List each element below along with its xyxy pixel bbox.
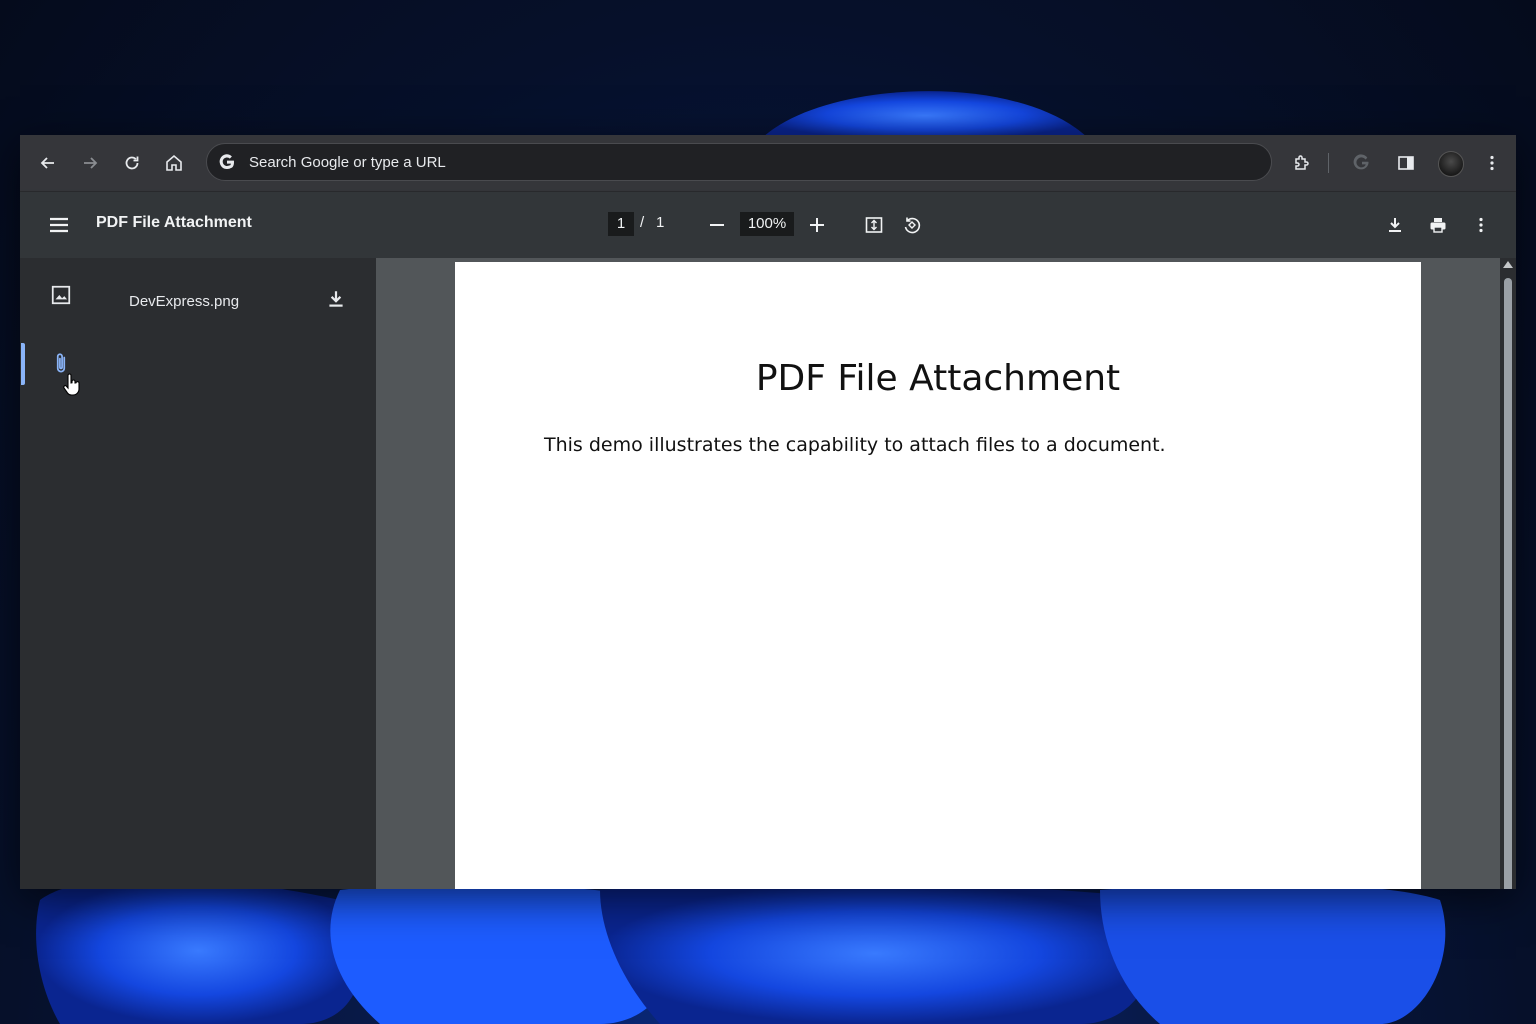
document-viewport[interactable]: PDF File Attachment This demo illustrate…: [376, 258, 1516, 889]
extensions-icon: [1295, 155, 1309, 170]
hand-cursor-icon: [63, 373, 80, 396]
thumbnails-tab[interactable]: [20, 282, 100, 342]
omnibox[interactable]: Search Google or type a URL: [206, 143, 1272, 181]
extensions-button[interactable]: [1286, 147, 1318, 179]
back-button[interactable]: [32, 147, 64, 179]
total-pages: 1: [656, 214, 665, 231]
more-vert-icon: [1490, 155, 1494, 171]
omnibox-placeholder: Search Google or type a URL: [249, 154, 446, 171]
zoom-in-button[interactable]: [804, 212, 830, 238]
download-button[interactable]: [1382, 212, 1408, 238]
scroll-up-arrow[interactable]: [1503, 261, 1513, 268]
profile-avatar[interactable]: [1438, 151, 1464, 177]
zoom-out-button[interactable]: [704, 212, 730, 238]
fit-page-button[interactable]: [861, 212, 887, 238]
google-icon: [219, 154, 234, 170]
attachments-tab[interactable]: [20, 343, 100, 403]
browser-menu-button[interactable]: [1476, 147, 1508, 179]
browser-window: Search Google or type a URL PDF File Att…: [20, 135, 1516, 889]
print-button[interactable]: [1425, 212, 1451, 238]
attachment-name: DevExpress.png: [129, 293, 240, 310]
download-icon[interactable]: [325, 288, 347, 310]
vertical-scrollbar[interactable]: [1500, 258, 1516, 889]
toolbar-separator: [1328, 153, 1329, 173]
google-account-button[interactable]: [1346, 147, 1378, 179]
pdf-page: PDF File Attachment This demo illustrate…: [455, 262, 1421, 889]
zoom-input[interactable]: 100%: [740, 212, 794, 236]
document-body: This demo illustrates the capability to …: [544, 434, 1166, 456]
rotate-button[interactable]: [899, 212, 925, 238]
side-panel-icon: [1398, 156, 1414, 170]
google-account-icon: [1353, 154, 1369, 170]
pdf-sidebar: DevExpress.png: [20, 258, 376, 889]
browser-toolbar: Search Google or type a URL: [20, 135, 1516, 192]
fit-page-icon: [865, 217, 883, 233]
document-title: PDF File Attachment: [755, 358, 1121, 399]
zoom-out-icon: [710, 224, 724, 226]
page-number-input[interactable]: 1: [608, 212, 634, 236]
pdf-toolbar: PDF File Attachment 1 / 1 100%: [20, 192, 1516, 258]
download-icon: [1389, 218, 1401, 232]
zoom-in-icon: [810, 218, 824, 232]
pdf-more-button[interactable]: [1468, 212, 1494, 238]
home-icon: [166, 154, 182, 171]
pdf-title: PDF File Attachment: [96, 214, 252, 231]
forward-button[interactable]: [74, 147, 106, 179]
menu-icon[interactable]: [44, 210, 74, 240]
print-icon: [1430, 218, 1446, 233]
forward-icon: [84, 157, 98, 169]
scroll-thumb[interactable]: [1504, 278, 1512, 889]
back-icon: [40, 157, 54, 169]
page-separator: /: [640, 214, 645, 231]
home-button[interactable]: [158, 147, 190, 179]
more-vert-icon: [1479, 217, 1483, 233]
side-panel-button[interactable]: [1390, 147, 1422, 179]
rotate-icon: [904, 217, 921, 234]
image-icon: [51, 285, 71, 305]
reload-button[interactable]: [116, 147, 148, 179]
reload-icon: [125, 156, 139, 170]
